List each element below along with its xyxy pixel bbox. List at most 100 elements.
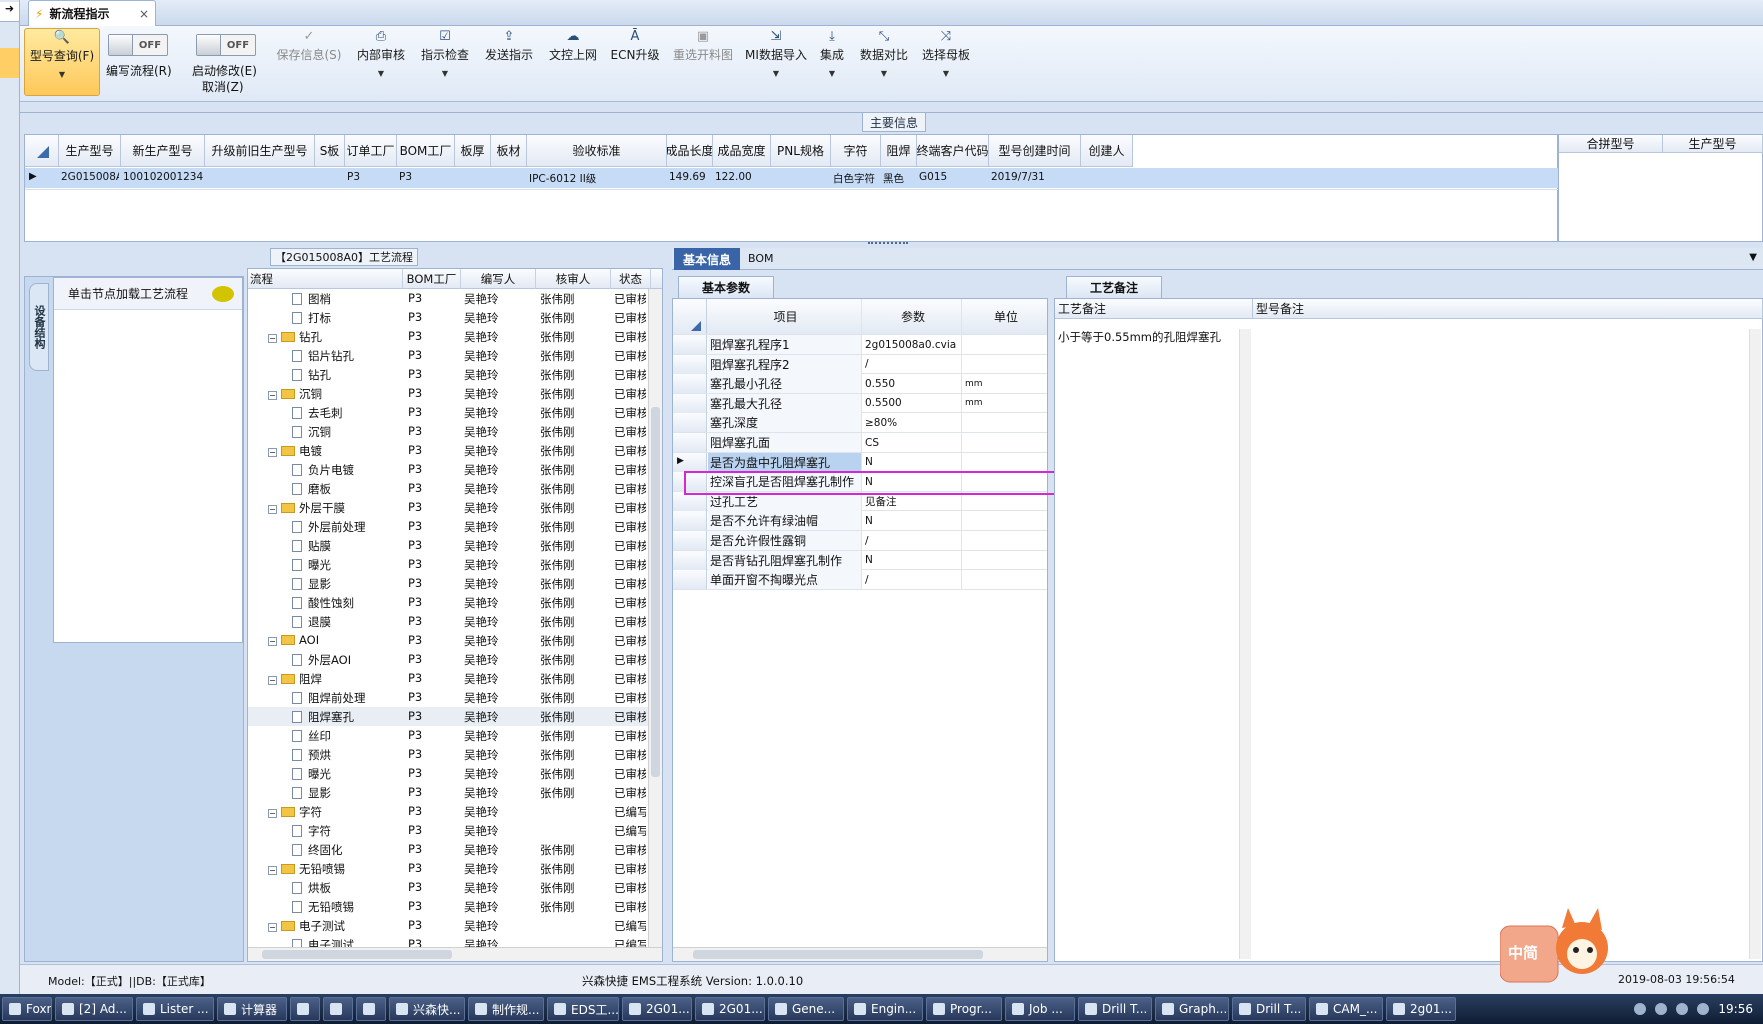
tree-collapse-icon[interactable]: − [268,505,277,514]
tree-vertical-scrollbar[interactable] [648,289,662,949]
tree-row[interactable]: 酸性蚀刻 P3 吴艳玲 张伟刚 已审核 [248,593,648,612]
param-value[interactable]: / [863,570,962,590]
device-structure-tab[interactable]: 设备结构 [29,283,49,371]
tree-row[interactable]: 显影 P3 吴艳玲 张伟刚 已审核 [248,574,648,593]
taskbar-button[interactable]: Progr... [926,997,1002,1021]
tree-collapse-icon[interactable]: − [268,676,277,685]
tree-row[interactable]: 阻焊塞孔 P3 吴艳玲 张伟刚 已审核 [248,707,648,726]
tree-row[interactable]: − 字符 P3 吴艳玲 已编写 [248,802,648,821]
tree-row[interactable]: 打标 P3 吴艳玲 张伟刚 已审核 [248,308,648,327]
model-query-button[interactable]: 🔍 型号查询(F) ▼ [24,28,100,96]
main-col-header[interactable]: BOM工厂 [397,135,455,167]
main-info-cell[interactable]: 白色字符 [833,171,879,186]
help-tray-icon[interactable] [1655,1003,1668,1015]
taskbar-button[interactable]: Drill T... [1078,997,1152,1021]
param-row[interactable]: 塞孔深度 ≥80% [673,413,1047,433]
tree-row[interactable]: − 阻焊 P3 吴艳玲 张伟刚 已审核 [248,669,648,688]
tab-close-icon[interactable]: × [139,7,149,21]
param-row-header[interactable]: ▶ [673,452,707,472]
main-col-header[interactable]: 板材 [491,135,527,167]
tree-row[interactable]: 阻焊前处理 P3 吴艳玲 张伟刚 已审核 [248,688,648,707]
send-instruction-button[interactable]: ⇪ 发送指示 [480,28,538,98]
load-flow-hint[interactable]: 单击节点加载工艺流程 [54,278,242,310]
param-row[interactable]: 阻焊塞孔程序2/ [673,354,1047,375]
tree-collapse-icon[interactable]: − [268,391,277,400]
param-value[interactable]: 2g015008a0.cvia [863,335,962,354]
remark-scrollbar[interactable] [1239,329,1251,959]
tree-row[interactable]: 无铅喷锡 P3 吴艳玲 张伟刚 已审核 [248,897,648,916]
tree-row[interactable]: 显影 P3 吴艳玲 张伟刚 已审核 [248,783,648,802]
main-col-header[interactable]: 型号创建时间 [989,135,1081,167]
splitter-handle[interactable] [868,242,908,246]
tree-row[interactable]: 负片电镀 P3 吴艳玲 张伟刚 已审核 [248,460,648,479]
main-info-cell[interactable]: 149.69 [669,171,711,183]
tab-new-process[interactable]: ⚡ 新流程指示 × [28,0,156,26]
param-row[interactable]: 阻焊塞孔程序1 2g015008a0.cvia [673,335,1047,355]
param-row-header[interactable] [673,335,707,354]
panel-dropdown-icon[interactable]: ▼ [1749,252,1757,263]
main-info-cell[interactable]: 10010200123415 [123,171,203,183]
tree-hscroll-thumb[interactable] [262,950,452,959]
tree-row[interactable]: 沉铜 P3 吴艳玲 张伟刚 已审核 [248,422,648,441]
ecn-upgrade-button[interactable]: Ā ECN升级 [608,28,662,98]
param-value[interactable]: / [863,531,962,550]
left-strip-active-marker[interactable] [0,48,19,78]
tree-row[interactable]: 曝光 P3 吴艳玲 张伟刚 已审核 [248,764,648,783]
taskbar-button[interactable] [290,997,320,1021]
tree-row[interactable]: 磨板 P3 吴艳玲 张伟刚 已审核 [248,479,648,498]
cancel-button[interactable]: 取消(Z) [202,78,244,95]
main-info-cell[interactable]: 黑色 [883,171,915,186]
param-row-header[interactable] [673,550,707,570]
main-info-selected-row[interactable]: ▶ [25,168,1559,188]
reselect-cutting-button[interactable]: ▣ 重选开料图 [668,28,738,98]
tree-row[interactable]: 外层前处理 P3 吴艳玲 张伟刚 已审核 [248,517,648,536]
tree-row[interactable]: 图梢 P3 吴艳玲 张伟刚 已审核 [248,289,648,308]
main-col-header[interactable]: 板厚 [455,135,491,167]
main-col-header[interactable]: 新生产型号 [121,135,205,167]
tree-row[interactable]: 字符 P3 吴艳玲 已编写 [248,821,648,840]
process-remark-text[interactable]: 小于等于0.55mm的孔阻焊塞孔 [1058,329,1221,345]
tree-row[interactable]: 退膜 P3 吴艳玲 张伟刚 已审核 [248,612,648,631]
main-col-header[interactable]: 验收标准 [527,135,667,167]
tree-row[interactable]: 钻孔 P3 吴艳玲 张伟刚 已审核 [248,365,648,384]
tree-scroll-thumb[interactable] [651,407,660,777]
tab-basic-params[interactable]: 基本参数 [678,276,774,298]
taskbar-button[interactable]: Gene... [768,997,844,1021]
tree-row[interactable]: 去毛刺 P3 吴艳玲 张伟刚 已审核 [248,403,648,422]
left-strip-arrow-icon[interactable]: ➜ [0,2,19,22]
param-row[interactable]: 塞孔最小孔径 0.550 mm [673,374,1047,394]
main-info-cell[interactable]: 2019/7/31 [991,171,1079,183]
tree-row[interactable]: − 电子测试 P3 吴艳玲 已编写 [248,916,648,935]
main-info-cell[interactable]: IPC-6012 II级 [529,171,665,186]
main-col-header[interactable]: 阻焊 [881,135,917,167]
model-remark-scrollbar[interactable] [1749,329,1761,959]
param-value[interactable]: CS [863,433,962,452]
params-hscroll-thumb[interactable] [693,950,983,959]
write-flow-toggle[interactable]: OFF [108,34,168,56]
tree-collapse-icon[interactable]: − [268,637,277,646]
tree-collapse-icon[interactable]: − [268,448,277,457]
taskbar-button[interactable]: 计算器 [217,997,287,1021]
tree-row[interactable]: 烘板 P3 吴艳玲 张伟刚 已审核 [248,878,648,897]
tree-row[interactable]: 铝片钻孔 P3 吴艳玲 张伟刚 已审核 [248,346,648,365]
tree-row[interactable]: − 沉铜 P3 吴艳玲 张伟刚 已审核 [248,384,648,403]
tree-collapse-icon[interactable]: − [268,866,277,875]
taskbar-button[interactable]: Job ... [1005,997,1075,1021]
tab-basic-info[interactable]: 基本信息 [674,248,740,270]
param-value[interactable]: N [863,550,962,570]
taskbar-button[interactable] [323,997,353,1021]
main-col-header[interactable]: 字符 [831,135,881,167]
taskbar-button[interactable]: Drill T... [1232,997,1306,1021]
taskbar-button[interactable]: Lister ... [136,997,214,1021]
main-col-header[interactable]: 生产型号 [59,135,121,167]
tree-row[interactable]: 丝印 P3 吴艳玲 张伟刚 已审核 [248,726,648,745]
ime-mascot[interactable]: 中简 [1499,902,1622,992]
main-col-header[interactable]: 升级前旧生产型号 [205,135,315,167]
tree-collapse-icon[interactable]: − [268,809,277,818]
tree-collapse-icon[interactable]: − [268,334,277,343]
param-value[interactable]: 0.5500 [863,393,962,413]
tree-collapse-icon[interactable]: − [268,923,277,932]
taskbar-button[interactable]: 2G01... [622,997,692,1021]
taskbar-button[interactable]: 兴森快... [389,997,465,1021]
main-info-cell[interactable]: 122.00 [715,171,769,183]
